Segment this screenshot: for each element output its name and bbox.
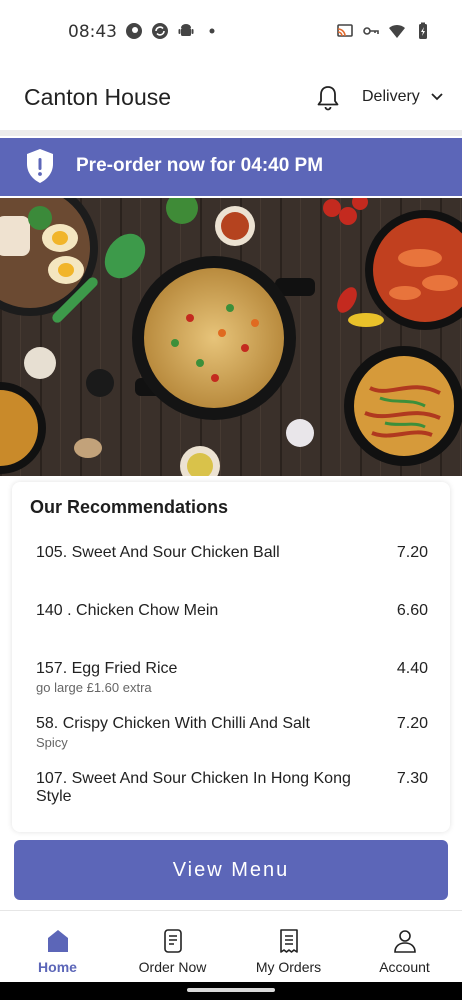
delivery-selector[interactable]: Delivery	[362, 88, 444, 106]
item-price: 7.20	[396, 544, 428, 561]
food-photo	[0, 198, 462, 476]
status-right-icons	[336, 22, 432, 40]
nav-order-now[interactable]: Order Now	[115, 921, 230, 981]
wifi-icon	[389, 24, 405, 38]
receipt-icon	[279, 929, 298, 953]
item-note: go large £1.60 extra	[36, 680, 152, 695]
system-gesture-bar	[0, 982, 462, 1000]
android-icon	[178, 24, 194, 36]
delivery-label: Delivery	[362, 88, 420, 105]
header-divider	[0, 130, 462, 136]
item-price: 6.60	[396, 602, 428, 619]
nav-order-now-label: Order Now	[138, 959, 207, 975]
bottom-navigation: Home Order Now My Orders Account	[0, 910, 462, 982]
item-note: Spicy	[36, 735, 68, 750]
item-name: 157. Egg Fried Rice	[36, 660, 178, 677]
nav-home[interactable]: Home	[0, 921, 115, 981]
hero-food-image	[0, 198, 462, 476]
nav-home-label: Home	[38, 959, 77, 975]
item-name: 140 . Chicken Chow Mein	[36, 602, 219, 619]
item-name: 58. Crispy Chicken With Chilli And Salt	[36, 715, 310, 732]
home-gesture-handle[interactable]	[187, 988, 275, 992]
order-icon	[163, 929, 182, 953]
key-icon	[363, 27, 379, 35]
recommendations-title: Our Recommendations	[30, 497, 229, 517]
nav-my-orders[interactable]: My Orders	[231, 921, 346, 981]
shield-alert-icon	[27, 149, 53, 183]
item-price: 7.30	[396, 770, 428, 787]
status-bar: 08:43	[0, 0, 462, 64]
status-left-icons	[125, 22, 221, 40]
item-name: 107. Sweet And Sour Chicken In Hong Kong…	[36, 770, 351, 805]
item-price: 7.20	[396, 715, 428, 732]
restaurant-title: Canton House	[24, 84, 172, 110]
preorder-banner: Pre-order now for 04:40 PM	[0, 138, 462, 196]
home-icon	[47, 930, 68, 952]
chevron-down-icon	[431, 93, 443, 101]
app-header: Canton House Delivery	[0, 64, 462, 130]
nav-my-orders-label: My Orders	[255, 959, 322, 975]
recommendations-card: Our Recommendations 105. Sweet And Sour …	[12, 482, 450, 832]
cast-icon	[337, 24, 353, 37]
sync-icon	[152, 23, 168, 39]
account-icon	[393, 930, 416, 953]
view-menu-button[interactable]: View Menu	[14, 840, 448, 900]
pinterest-icon	[126, 23, 142, 39]
dot-icon	[209, 28, 215, 34]
bell-icon[interactable]	[315, 84, 341, 112]
preorder-text: Pre-order now for 04:40 PM	[76, 155, 324, 176]
item-name: 105. Sweet And Sour Chicken Ball	[36, 544, 280, 561]
status-time: 08:43	[68, 22, 117, 42]
battery-icon	[419, 22, 427, 39]
nav-account-label: Account	[379, 959, 430, 975]
item-price: 4.40	[396, 660, 428, 677]
nav-account[interactable]: Account	[347, 921, 462, 981]
